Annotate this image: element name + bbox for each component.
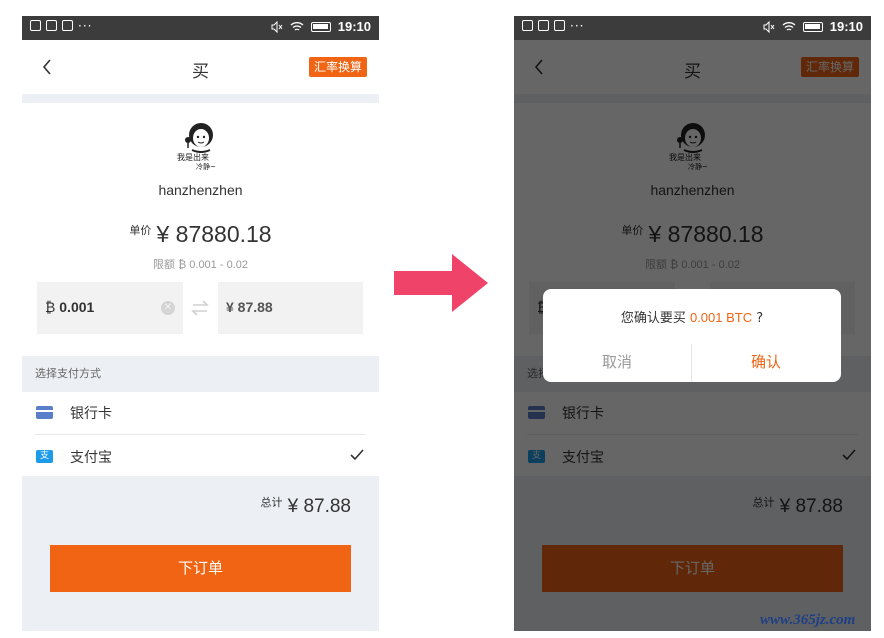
battery-icon [310, 21, 331, 32]
swap-icon[interactable] [190, 298, 210, 318]
battery-icon [802, 21, 823, 32]
unit-price-value: ¥ 87880.18 [156, 221, 272, 247]
order-footer: 总计 ¥ 87.88 下订单 [22, 476, 379, 631]
status-bar: ··· 19:10 [22, 16, 379, 40]
cny-amount-value: ¥ 87.88 [226, 299, 273, 315]
svg-text:我是出来: 我是出来 [177, 152, 209, 162]
svg-text:冷静~: 冷静~ [196, 162, 216, 171]
mute-icon [271, 20, 283, 33]
phone-screen-before: ··· 19:10 买 汇率换算 我是出来 冷静~ hanzhenzhen 单价… [22, 16, 379, 631]
order-total: 总计 ¥ 87.88 [261, 494, 352, 518]
payment-option-label: 支付宝 [70, 450, 112, 466]
avatar: 我是出来 冷静~ [177, 123, 216, 171]
btc-amount-input[interactable]: ₿ 0.001 ✕ [37, 282, 183, 334]
more-notifications: ··· [570, 18, 585, 33]
confirm-dialog: 您确认要买 0.001 BTC ? 取消 确认 [543, 289, 841, 382]
cny-amount-input[interactable]: ¥ 87.88 [218, 282, 363, 334]
exchange-rate-button[interactable]: 汇率换算 [309, 57, 367, 77]
trade-limit: 限额 ₿ 0.001 - 0.02 [153, 259, 248, 271]
bag-icon [554, 20, 565, 31]
bag-icon [62, 20, 73, 31]
cancel-button[interactable]: 取消 [543, 344, 691, 382]
more-notifications: ··· [78, 18, 93, 33]
mute-icon [763, 20, 775, 33]
total-value: ¥ 87.88 [287, 496, 351, 517]
dialog-buttons: 取消 确认 [543, 344, 841, 382]
dialog-message-suffix: ? [756, 311, 764, 326]
payment-section-title: 选择支付方式 [22, 356, 379, 392]
image-icon [30, 20, 41, 31]
confirm-button[interactable]: 确认 [692, 344, 840, 382]
clock: 19:10 [337, 19, 371, 34]
checkmark-icon [350, 449, 364, 461]
watermark: www.365jz.com [760, 612, 856, 628]
dialog-message-prefix: 您确认要买 [620, 311, 686, 326]
alipay-icon: 支 [36, 450, 53, 463]
app-icon [538, 20, 549, 31]
clear-icon[interactable]: ✕ [161, 301, 175, 315]
bank-card-icon [36, 406, 53, 419]
right-arrow-icon [394, 254, 488, 312]
seller-username: hanzhenzhen [158, 182, 243, 198]
app-icon [46, 20, 57, 31]
clock: 19:10 [829, 19, 863, 34]
phone-screen-after: ··· 19:10 买 汇率换算 我是出来 冷静~ hanzhenzhen 单价… [514, 16, 871, 631]
status-bar: ··· 19:10 [514, 16, 871, 40]
payment-option-label: 银行卡 [70, 406, 112, 422]
wifi-icon [290, 22, 304, 31]
dialog-amount: 0.001 BTC [689, 310, 753, 325]
unit-price-label: 单价 [129, 224, 152, 237]
payment-option-alipay[interactable]: 支 支付宝 [22, 436, 379, 478]
btc-symbol: ₿ [45, 299, 56, 315]
total-label: 总计 [260, 496, 283, 509]
unit-price: 单价 ¥ 87880.18 [22, 221, 379, 248]
payment-option-bank-card[interactable]: 银行卡 [22, 392, 379, 434]
wifi-icon [782, 22, 796, 31]
divider [35, 434, 366, 435]
divider [22, 94, 379, 103]
image-icon [522, 20, 533, 31]
btc-amount-value: 0.001 [59, 299, 95, 315]
dialog-message: 您确认要买 0.001 BTC ? [543, 307, 841, 326]
place-order-button[interactable]: 下订单 [50, 545, 351, 592]
nav-bar: 买 汇率换算 [22, 40, 379, 94]
